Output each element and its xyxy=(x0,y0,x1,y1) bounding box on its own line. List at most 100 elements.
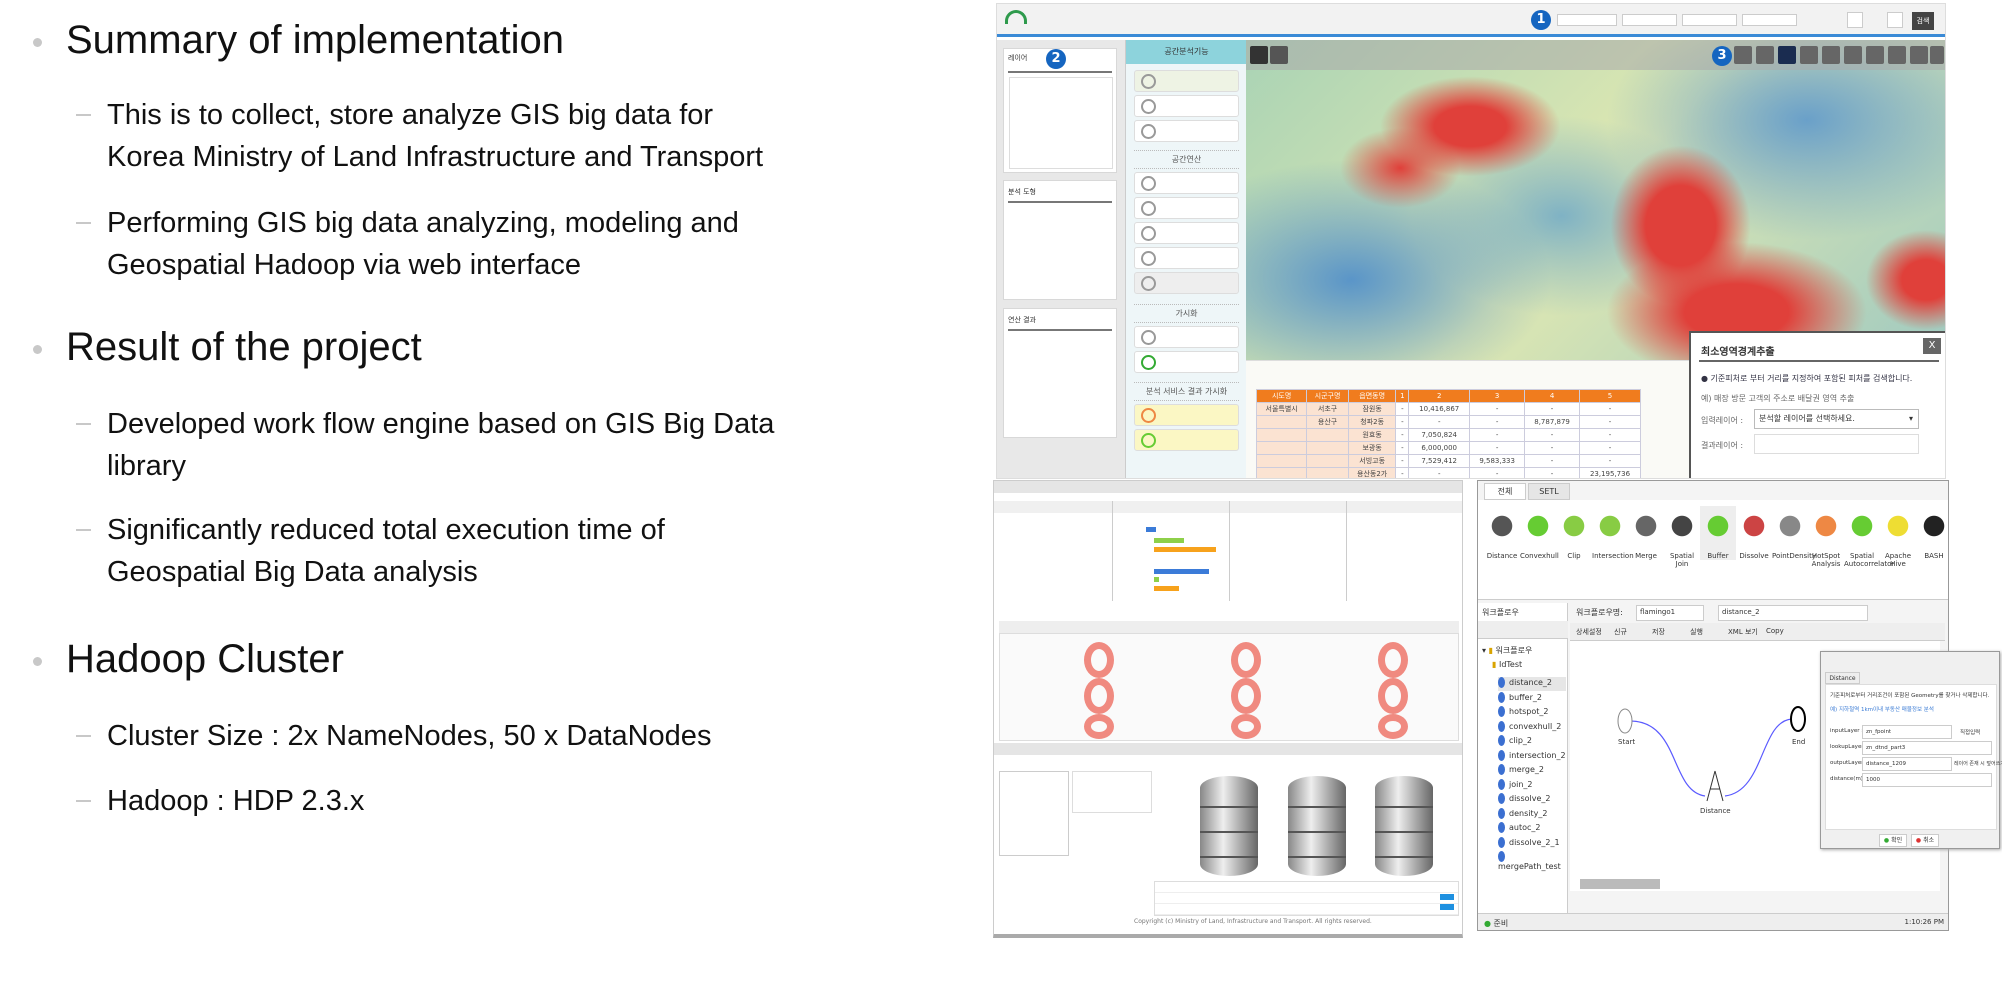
tree-item[interactable]: density_2 xyxy=(1498,807,1547,822)
tree-root[interactable]: ▾ ▮ 워크플로우 xyxy=(1482,645,1532,659)
tree-item[interactable]: intersection_2 xyxy=(1498,749,1566,764)
tree-item[interactable]: autoc_2 xyxy=(1498,822,1541,836)
layer-tree[interactable] xyxy=(1009,77,1113,169)
tree-item[interactable]: join_2 xyxy=(1498,778,1533,793)
menu-button[interactable] xyxy=(1134,404,1239,426)
tool-label: HotSpot Analysis xyxy=(1811,552,1841,568)
cancel-button[interactable]: ● 취소 xyxy=(1911,834,1939,847)
result-table: 시도명 시군구명 읍면동명 1 2 3 4 5 서울특별시 서초구 잠원동 -10,416,867-… xyxy=(1255,389,1641,478)
option-list[interactable] xyxy=(999,771,1069,856)
workflow-toolbar: 상세설정 신규 저장 실행 XML 보기 Copy xyxy=(1570,623,1945,641)
input-box[interactable] xyxy=(1887,12,1903,28)
tool-merge[interactable]: Merge xyxy=(1628,506,1664,560)
layer-icon[interactable] xyxy=(1250,46,1268,64)
dash-icon xyxy=(76,800,91,802)
tool-apache-hive[interactable]: Apache Hive xyxy=(1880,506,1916,568)
rotate-icon[interactable] xyxy=(1756,46,1774,64)
tree-item[interactable]: dissolve_2_1 xyxy=(1498,836,1560,851)
direct-input-checkbox[interactable]: 직접입력 xyxy=(1960,728,1980,736)
field-input[interactable]: zn_dtnd_part3 xyxy=(1862,741,1992,755)
toolbar-button[interactable]: Copy xyxy=(1766,627,1784,635)
table-cell: 서울특별시 xyxy=(1255,402,1308,416)
tool-bash[interactable]: BASH xyxy=(1916,506,1948,560)
tab-setl[interactable]: SETL xyxy=(1528,483,1570,500)
overwrite-checkbox[interactable]: 레이어 존재 시 덮어쓰기 xyxy=(1954,760,2002,767)
tool-pointdensity[interactable]: PointDensity xyxy=(1772,506,1816,560)
tool-distance[interactable]: Distance xyxy=(1484,506,1520,560)
input-layer-select[interactable]: 분석할 레이어를 선택하세요. ▾ xyxy=(1754,409,1919,429)
tree-item-label: mergePath_test xyxy=(1498,862,1561,871)
menu-button[interactable] xyxy=(1134,197,1239,219)
toolbar-button[interactable]: 상세설정 xyxy=(1576,627,1602,637)
tool-dissolve[interactable]: Dissolve xyxy=(1736,506,1772,560)
select-dropdown[interactable] xyxy=(1622,14,1677,26)
zoom-in-icon[interactable] xyxy=(1800,46,1818,64)
field-input[interactable]: zn_fpoint xyxy=(1862,725,1952,739)
search-button[interactable]: 검색 xyxy=(1912,12,1934,30)
result-panel: 연산 결과 xyxy=(1003,308,1117,438)
print-icon[interactable] xyxy=(1910,46,1928,64)
link-list[interactable] xyxy=(1072,771,1152,813)
tree-item-label: distance_2 xyxy=(1509,678,1552,687)
status-time: 1:10:26 PM xyxy=(1904,918,1944,926)
tree-item[interactable]: convexhull_2 xyxy=(1498,720,1561,735)
prev-icon[interactable] xyxy=(1844,46,1862,64)
tree-item[interactable]: hotspot_2 xyxy=(1498,706,1548,720)
select-dropdown[interactable] xyxy=(1557,14,1617,26)
next-icon[interactable] xyxy=(1866,46,1884,64)
tree-item[interactable]: distance_2 xyxy=(1498,677,1566,691)
edit-icon[interactable] xyxy=(1930,46,1944,64)
menu-button[interactable] xyxy=(1134,70,1239,92)
measure-icon[interactable] xyxy=(1888,46,1906,64)
tool-buffer[interactable]: Buffer xyxy=(1700,506,1736,560)
toolbar-button[interactable]: XML 보기 xyxy=(1728,627,1758,637)
select-dropdown[interactable] xyxy=(1742,14,1797,26)
menu-button[interactable] xyxy=(1134,95,1239,117)
toolbar-button[interactable]: 신규 xyxy=(1614,627,1627,637)
tab-all[interactable]: 전체 xyxy=(1484,483,1526,500)
close-icon[interactable] xyxy=(1270,46,1288,64)
dialog-description: 기준피처로부터 거리조건이 포함된 Geometry를 찾거나 삭제합니다. xyxy=(1830,693,1990,699)
field-input[interactable]: distance_1209 xyxy=(1862,757,1952,771)
field-input[interactable]: 1000 xyxy=(1862,773,1992,787)
tool-spatial-join[interactable]: Spatial Join xyxy=(1664,506,1700,568)
toolbar-button[interactable]: 실행 xyxy=(1690,627,1703,637)
toolbar-button[interactable]: 저장 xyxy=(1652,627,1665,637)
horizontal-scrollbar[interactable] xyxy=(1580,879,1660,889)
tool-clip[interactable]: Clip xyxy=(1556,506,1592,560)
menu-button[interactable] xyxy=(1134,172,1239,194)
engine-select[interactable]: flamingo1 xyxy=(1636,605,1704,621)
menu-button[interactable] xyxy=(1134,326,1239,348)
workflow-name-input[interactable]: distance_2 xyxy=(1718,605,1868,621)
table-header: 시군구명 xyxy=(1306,389,1349,403)
tree-item[interactable]: merge_2 xyxy=(1498,764,1544,778)
menu-button[interactable] xyxy=(1134,272,1239,294)
tool-convexhull[interactable]: Convexhull xyxy=(1520,506,1559,560)
panel-header xyxy=(994,743,1462,755)
donut-chart xyxy=(1084,642,1114,678)
close-button[interactable]: X xyxy=(1923,338,1941,354)
tool-spatial-autocorrelator[interactable]: Spatial Autocorrelator xyxy=(1844,506,1894,568)
tree-item[interactable]: buffer_2 xyxy=(1498,691,1542,706)
ok-button[interactable]: ● 확인 xyxy=(1879,834,1907,847)
tree-item[interactable]: mergePath_test xyxy=(1498,851,1567,871)
refresh-icon[interactable] xyxy=(1734,46,1752,64)
input-box[interactable] xyxy=(1847,12,1863,28)
menu-button[interactable] xyxy=(1134,247,1239,269)
tool-hotspot-analysis[interactable]: HotSpot Analysis xyxy=(1808,506,1844,568)
tree-item[interactable]: dissolve_2 xyxy=(1498,793,1551,807)
zoom-out-icon[interactable] xyxy=(1822,46,1840,64)
dialog-tab[interactable]: Distance xyxy=(1825,672,1860,684)
tree-folder[interactable]: ▮ IdTest xyxy=(1492,660,1522,674)
menu-button[interactable] xyxy=(1134,351,1239,373)
menu-button[interactable] xyxy=(1134,222,1239,244)
menu-button[interactable] xyxy=(1134,429,1239,451)
tree-item[interactable]: clip_2 xyxy=(1498,735,1532,749)
menu-button[interactable] xyxy=(1134,120,1239,142)
output-layer-input[interactable] xyxy=(1754,434,1919,454)
tool-intersection[interactable]: Intersection xyxy=(1592,506,1634,560)
bullet-text: Performing GIS big data analyzing, model… xyxy=(107,207,739,281)
pan-icon[interactable] xyxy=(1778,46,1796,64)
select-dropdown[interactable] xyxy=(1682,14,1737,26)
heatmap-map[interactable]: 3 xyxy=(1246,40,1945,360)
